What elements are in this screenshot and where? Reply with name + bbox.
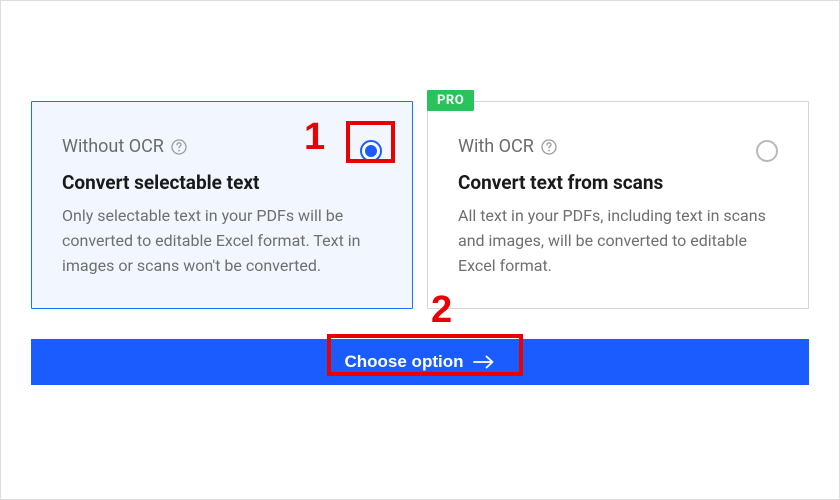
option-title: Convert text from scans bbox=[458, 171, 778, 194]
help-icon[interactable] bbox=[171, 138, 188, 155]
radio-with-ocr[interactable] bbox=[756, 140, 778, 162]
option-label: Without OCR bbox=[62, 136, 164, 157]
arrow-right-icon bbox=[473, 355, 495, 369]
option-description: All text in your PDFs, including text in… bbox=[458, 204, 768, 278]
option-card-without-ocr[interactable]: Without OCR Convert selectable text Only… bbox=[31, 101, 413, 309]
page-container: Without OCR Convert selectable text Only… bbox=[0, 0, 840, 500]
radio-dot-icon bbox=[365, 145, 377, 157]
option-description: Only selectable text in your PDFs will b… bbox=[62, 204, 372, 278]
pro-badge: PRO bbox=[427, 90, 474, 111]
help-icon[interactable] bbox=[541, 138, 558, 155]
cta-label: Choose option bbox=[345, 352, 464, 372]
option-header: With OCR bbox=[458, 136, 778, 157]
choose-option-button[interactable]: Choose option bbox=[31, 339, 809, 385]
option-title: Convert selectable text bbox=[62, 171, 382, 194]
option-card-with-ocr[interactable]: PRO With OCR Convert text from scans All… bbox=[427, 101, 809, 309]
option-label: With OCR bbox=[458, 136, 534, 157]
options-row: Without OCR Convert selectable text Only… bbox=[31, 101, 809, 309]
option-header: Without OCR bbox=[62, 136, 382, 157]
radio-without-ocr[interactable] bbox=[360, 140, 382, 162]
